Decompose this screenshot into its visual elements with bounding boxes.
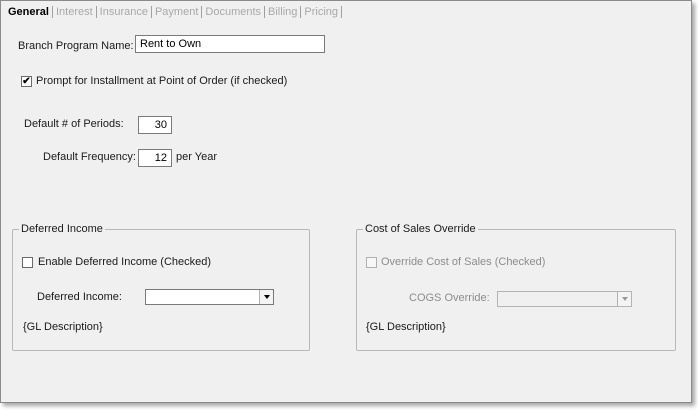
tab-general[interactable]: General	[5, 6, 52, 19]
deferred-income-legend: Deferred Income	[19, 222, 105, 236]
deferred-income-select[interactable]	[145, 289, 274, 305]
enable-deferred-income-label: Enable Deferred Income (Checked)	[38, 256, 212, 268]
default-frequency-label: Default Frequency:	[43, 151, 136, 163]
tab-billing[interactable]: Billing	[265, 6, 300, 19]
deferred-income-field-label: Deferred Income:	[37, 291, 122, 303]
prompt-installment-label: Prompt for Installment at Point of Order…	[36, 75, 288, 87]
chevron-down-icon[interactable]	[259, 290, 273, 304]
tab-insurance[interactable]: Insurance	[97, 6, 151, 19]
deferred-income-gl-description: {GL Description}	[23, 321, 103, 333]
branch-program-name-input[interactable]: Rent to Own	[135, 35, 325, 53]
chevron-down-icon[interactable]	[617, 292, 631, 306]
branch-program-window: General Interest Insurance Payment Docum…	[0, 0, 692, 403]
cogs-override-label: COGS Override:	[409, 292, 490, 304]
enable-deferred-income-checkbox[interactable]	[22, 257, 33, 268]
default-periods-label: Default # of Periods:	[24, 118, 124, 130]
default-frequency-input[interactable]: 12	[138, 149, 172, 167]
tab-payment[interactable]: Payment	[152, 6, 201, 19]
default-periods-input[interactable]: 30	[138, 116, 172, 134]
cost-of-sales-legend: Cost of Sales Override	[363, 222, 478, 236]
override-cost-of-sales-label: Override Cost of Sales (Checked)	[381, 256, 546, 268]
tab-interest[interactable]: Interest	[53, 6, 96, 19]
prompt-installment-checkbox[interactable]: ✔	[21, 76, 32, 87]
tab-documents[interactable]: Documents	[202, 6, 264, 19]
branch-program-name-label: Branch Program Name:	[18, 40, 134, 52]
tab-divider	[341, 6, 343, 18]
tab-strip: General Interest Insurance Payment Docum…	[5, 5, 343, 19]
cost-of-sales-gl-description: {GL Description}	[366, 321, 446, 333]
cogs-override-select[interactable]	[497, 291, 632, 307]
tab-pricing[interactable]: Pricing	[301, 6, 341, 19]
per-year-label: per Year	[176, 151, 217, 163]
override-cost-of-sales-checkbox[interactable]	[366, 257, 377, 268]
